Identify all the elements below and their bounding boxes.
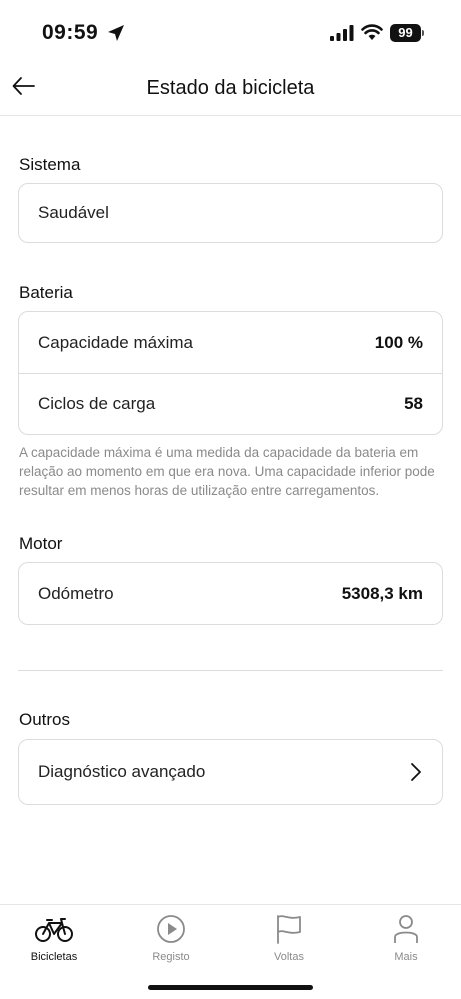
max-capacity-label: Capacidade máxima <box>38 332 193 352</box>
home-indicator <box>148 985 313 990</box>
system-status: Saudável <box>38 203 109 222</box>
tab-voltas[interactable]: Voltas <box>249 913 329 963</box>
charge-cycles-value: 58 <box>404 394 423 413</box>
person-icon <box>394 915 418 943</box>
battery-icon: 99 <box>390 24 421 42</box>
battery-note: A capacidade máxima é uma medida da capa… <box>19 445 435 498</box>
play-circle-icon <box>157 915 185 943</box>
tab-label-voltas: Voltas <box>274 951 304 963</box>
section-title-bateria: Bateria <box>19 283 73 302</box>
tab-label-bicicletas: Bicicletas <box>30 951 78 963</box>
tab-label-registo: Registo <box>152 951 190 963</box>
section-title-motor: Motor <box>19 534 63 553</box>
cellular-signal-icon <box>330 25 354 41</box>
status-bar: 09:59 99 <box>0 0 461 60</box>
page-title: Estado da bicicleta <box>146 77 315 99</box>
max-capacity-value: 100 % <box>374 332 423 352</box>
bicycle-icon <box>35 918 73 942</box>
odometer-value: 5308,3 km <box>341 583 423 603</box>
tab-bicicletas[interactable]: Bicicletas <box>14 913 94 963</box>
odometer-row: Odómetro 5308,3 km <box>19 563 442 624</box>
max-capacity-row: Capacidade máxima 100 % <box>19 312 442 373</box>
others-card: Diagnóstico avançado <box>18 739 443 805</box>
battery-card: Capacidade máxima 100 % Ciclos de carga … <box>18 311 443 435</box>
wifi-icon <box>361 24 383 40</box>
status-time: 09:59 <box>42 21 99 44</box>
charge-cycles-row: Ciclos de carga 58 <box>19 373 442 434</box>
advanced-diagnostics-row[interactable]: Diagnóstico avançado <box>19 740 442 804</box>
motor-card: Odómetro 5308,3 km <box>18 562 443 625</box>
tab-label-mais: Mais <box>394 951 418 963</box>
location-arrow-icon <box>108 25 124 41</box>
section-title-outros: Outros <box>19 710 71 729</box>
chevron-right-icon <box>411 763 421 781</box>
system-card: Saudável <box>18 183 443 243</box>
advanced-diagnostics-label: Diagnóstico avançado <box>38 762 206 781</box>
tab-registo[interactable]: Registo <box>131 913 211 963</box>
charge-cycles-label: Ciclos de carga <box>38 394 156 413</box>
section-divider <box>18 670 443 671</box>
tab-mais[interactable]: Mais <box>366 913 446 963</box>
section-title-sistema: Sistema <box>19 155 81 174</box>
system-status-row: Saudável <box>19 184 442 242</box>
odometer-label: Odómetro <box>38 583 114 603</box>
battery-tip <box>422 30 424 36</box>
header: Estado da bicicleta <box>0 60 461 116</box>
flag-icon <box>277 915 301 944</box>
